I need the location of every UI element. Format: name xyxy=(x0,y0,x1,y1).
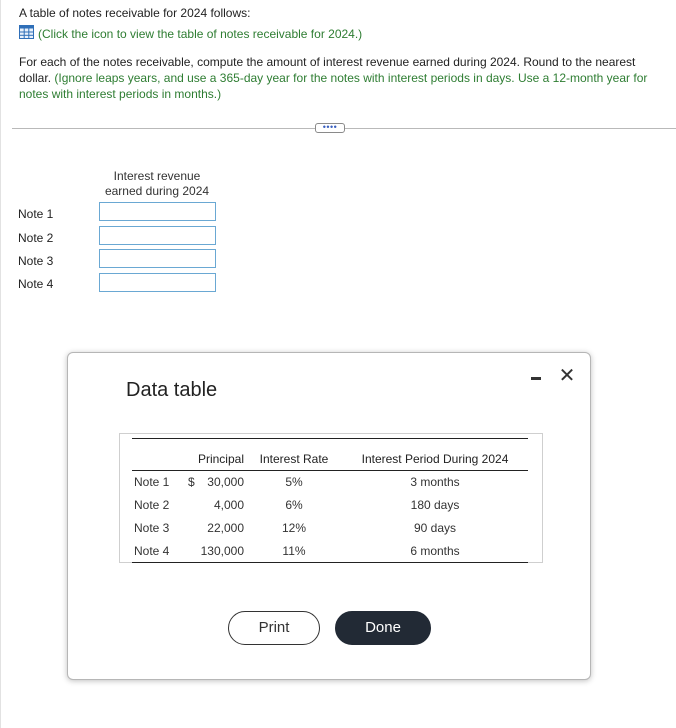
data-table-link-text[interactable]: (Click the icon to view the table of not… xyxy=(38,27,362,41)
row-note-label: Note 4 xyxy=(134,543,170,558)
row-interest-period: 3 months xyxy=(410,475,460,490)
row-interest-rate: 11% xyxy=(282,543,306,558)
row-interest-period: 6 months xyxy=(410,543,460,558)
row-principal: 22,000 xyxy=(207,521,244,535)
data-table-frame: Principal Interest Rate Interest Period … xyxy=(119,433,543,563)
interest-revenue-header: Interest revenue earned during 2024 xyxy=(104,169,210,198)
table-row: Note 3 22,000 12% 90 days xyxy=(132,517,528,540)
notes-data-table: Principal Interest Rate Interest Period … xyxy=(132,438,528,563)
table-row: Note 2 4,000 6% 180 days xyxy=(132,494,528,517)
interest-input-note-4[interactable] xyxy=(99,273,216,292)
intro-text: A table of notes receivable for 2024 fol… xyxy=(19,6,251,20)
row-note-label: Note 2 xyxy=(134,498,170,512)
answer-row-label-note-3: Note 3 xyxy=(18,254,54,268)
minimize-icon[interactable] xyxy=(530,369,544,385)
done-button[interactable]: Done xyxy=(335,611,431,645)
table-header-row: Principal Interest Rate Interest Period … xyxy=(132,438,528,471)
close-icon[interactable]: ✕ xyxy=(558,366,576,386)
answer-row-label-note-2: Note 2 xyxy=(18,231,54,245)
data-table-modal: Data table ✕ Principal Interest Rate Int… xyxy=(67,352,591,680)
instructions-hint: (Ignore leaps years, and use a 365-day y… xyxy=(19,71,648,101)
row-interest-rate: 6% xyxy=(285,498,303,512)
row-note-label: Note 1 xyxy=(134,475,170,490)
interest-input-note-1[interactable] xyxy=(99,202,216,221)
print-button[interactable]: Print xyxy=(228,611,320,645)
currency-symbol: $ xyxy=(188,475,195,490)
table-row: Note 4 130,000 11% 6 months xyxy=(132,540,528,563)
answer-row-label-note-4: Note 4 xyxy=(18,277,54,291)
interest-input-note-3[interactable] xyxy=(99,249,216,268)
row-principal: 4,000 xyxy=(213,498,244,512)
data-table-link[interactable]: (Click the icon to view the table of not… xyxy=(19,25,362,42)
column-header-interest-rate: Interest Rate xyxy=(259,452,329,466)
row-interest-period: 90 days xyxy=(413,521,457,535)
row-interest-rate: 12% xyxy=(281,521,307,535)
instructions: For each of the notes receivable, comput… xyxy=(19,54,669,102)
column-header-note xyxy=(132,439,184,471)
modal-title: Data table xyxy=(126,379,218,401)
column-header-principal: Principal xyxy=(197,452,244,466)
row-principal: 130,000 xyxy=(200,543,244,558)
row-note-label: Note 3 xyxy=(134,521,170,535)
table-row: Note 1 $30,000 5% 3 months xyxy=(132,471,528,494)
row-interest-rate: 5% xyxy=(285,475,303,490)
row-principal: $30,000 xyxy=(184,471,246,494)
row-interest-period: 180 days xyxy=(410,498,460,512)
expand-ellipsis-button[interactable]: •••• xyxy=(315,123,345,133)
page-left-border xyxy=(0,0,1,728)
column-header-interest-period: Interest Period During 2024 xyxy=(361,452,509,466)
interest-input-note-2[interactable] xyxy=(99,226,216,245)
table-grid-icon[interactable] xyxy=(19,25,34,42)
answer-row-label-note-1: Note 1 xyxy=(18,207,54,221)
